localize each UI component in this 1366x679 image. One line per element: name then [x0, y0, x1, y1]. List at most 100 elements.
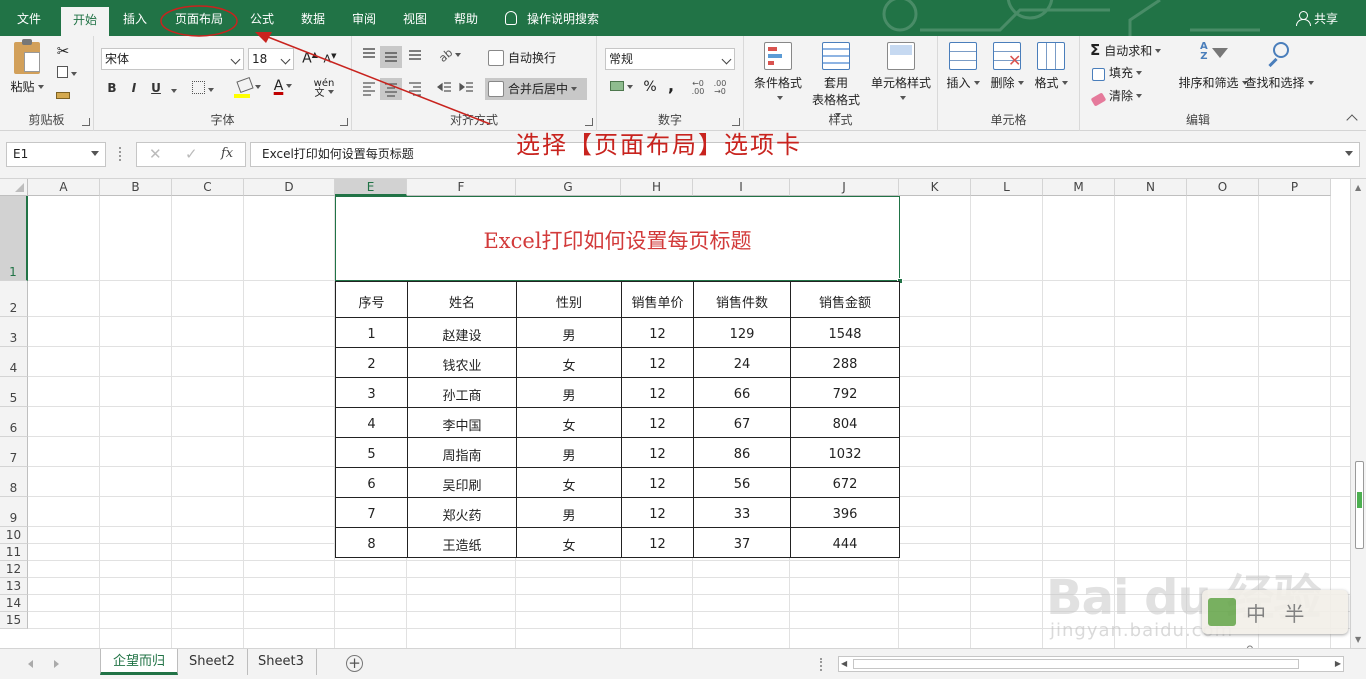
table-cell[interactable]: 12 — [621, 497, 694, 528]
scroll-down-icon[interactable]: ▼ — [1355, 635, 1361, 644]
row-header-5[interactable]: 5 — [0, 377, 28, 407]
align-middle-icon[interactable] — [380, 46, 402, 68]
column-header-F[interactable]: F — [407, 179, 516, 196]
table-cell[interactable]: 男 — [516, 377, 622, 408]
row-header-4[interactable]: 4 — [0, 347, 28, 377]
decrease-font-icon[interactable]: A▼ — [322, 52, 338, 66]
table-cell[interactable]: 钱农业 — [407, 347, 517, 378]
table-header-cell[interactable]: 销售单价 — [621, 281, 694, 318]
table-cell[interactable]: 王造纸 — [407, 527, 517, 558]
table-cell[interactable]: 1548 — [790, 317, 900, 348]
next-sheet-icon[interactable] — [54, 660, 59, 668]
share-button[interactable]: 共享 — [1296, 0, 1338, 36]
tell-me-search[interactable]: 操作说明搜索 — [505, 0, 599, 36]
row-header-9[interactable]: 9 — [0, 497, 28, 527]
row-header-6[interactable]: 6 — [0, 407, 28, 437]
merge-center-button[interactable]: 合并后居中 — [485, 78, 587, 100]
accounting-format-icon[interactable] — [605, 80, 637, 94]
table-cell[interactable]: 周指南 — [407, 437, 517, 468]
worksheet-grid[interactable]: ABCDEFGHIJKLMNOP 1 2 3 4 5 6 7 8 9 10 11 12 13 14 15 E… — [0, 179, 1350, 648]
cut-icon[interactable]: ✂ — [54, 42, 72, 60]
table-cell[interactable]: 12 — [621, 467, 694, 498]
formula-input[interactable]: Excel打印如何设置每页标题 — [250, 142, 1360, 167]
table-cell[interactable]: 男 — [516, 497, 622, 528]
align-right-icon[interactable] — [406, 80, 424, 98]
column-header-B[interactable]: B — [100, 179, 172, 196]
scroll-right-icon[interactable]: ▶ — [1335, 659, 1341, 668]
column-header-J[interactable]: J — [790, 179, 899, 196]
borders-icon[interactable] — [190, 81, 216, 97]
increase-font-icon[interactable]: A▲ — [302, 50, 318, 67]
table-cell[interactable]: 李中国 — [407, 407, 517, 438]
vertical-scrollbar[interactable]: ▲ ▼ — [1350, 179, 1366, 648]
table-header-cell[interactable]: 性别 — [516, 281, 622, 318]
column-header-G[interactable]: G — [516, 179, 621, 196]
font-name-select[interactable]: 宋体 — [101, 48, 244, 70]
sort-filter-button[interactable]: AZ 排序和筛选 — [1178, 42, 1248, 91]
table-cell[interactable]: 12 — [621, 377, 694, 408]
table-cell[interactable]: 86 — [693, 437, 791, 468]
name-box-dropdown-icon[interactable] — [91, 151, 99, 156]
table-cell[interactable]: 37 — [693, 527, 791, 558]
column-header-O[interactable]: O — [1187, 179, 1259, 196]
table-header-cell[interactable]: 销售金额 — [790, 281, 900, 318]
format-painter-icon[interactable] — [54, 88, 72, 106]
table-cell[interactable]: 4 — [335, 407, 408, 438]
sheet-tab-2[interactable]: Sheet2 — [177, 649, 248, 675]
tab-page-layout[interactable]: 页面布局 — [164, 0, 234, 36]
collapse-ribbon-icon[interactable] — [1346, 114, 1358, 126]
row-header-12[interactable]: 12 — [0, 561, 28, 578]
tab-file[interactable]: 文件 — [6, 0, 52, 36]
table-header-cell[interactable]: 姓名 — [407, 281, 517, 318]
column-header-K[interactable]: K — [899, 179, 971, 196]
tab-review[interactable]: 审阅 — [341, 0, 387, 36]
table-cell[interactable]: 7 — [335, 497, 408, 528]
row-header-1[interactable]: 1 — [0, 196, 28, 281]
scroll-left-icon[interactable]: ◀ — [841, 659, 847, 668]
row-header-14[interactable]: 14 — [0, 595, 28, 612]
table-cell[interactable]: 6 — [335, 467, 408, 498]
tab-insert[interactable]: 插入 — [112, 0, 158, 36]
table-cell[interactable]: 男 — [516, 317, 622, 348]
bold-button[interactable]: B — [102, 78, 122, 98]
tab-splitter[interactable] — [820, 658, 823, 671]
horizontal-scroll-thumb[interactable] — [853, 659, 1299, 669]
table-cell[interactable]: 396 — [790, 497, 900, 528]
table-cell[interactable]: 792 — [790, 377, 900, 408]
table-cell[interactable]: 67 — [693, 407, 791, 438]
column-header-L[interactable]: L — [971, 179, 1043, 196]
orientation-icon[interactable]: ab — [436, 46, 464, 65]
column-header-H[interactable]: H — [621, 179, 693, 196]
table-cell[interactable]: 66 — [693, 377, 791, 408]
column-header-N[interactable]: N — [1115, 179, 1187, 196]
insert-cells-button[interactable]: 插入 — [940, 42, 986, 91]
table-header-cell[interactable]: 序号 — [335, 281, 408, 318]
table-cell[interactable]: 3 — [335, 377, 408, 408]
column-header-P[interactable]: P — [1259, 179, 1331, 196]
table-cell[interactable]: 女 — [516, 527, 622, 558]
table-cell[interactable]: 33 — [693, 497, 791, 528]
tab-home[interactable]: 开始 — [61, 7, 109, 36]
conditional-format-button[interactable]: 条件格式 — [750, 42, 806, 105]
wrap-text-button[interactable]: 自动换行 — [488, 48, 556, 68]
table-cell[interactable]: 24 — [693, 347, 791, 378]
vertical-scroll-thumb[interactable] — [1355, 461, 1364, 549]
table-cell[interactable]: 8 — [335, 527, 408, 558]
enter-icon[interactable]: ✓ — [185, 145, 198, 163]
increase-decimal-icon[interactable]: ←0.00 — [689, 80, 707, 96]
copy-icon[interactable] — [54, 66, 80, 84]
insert-function-icon[interactable]: fx — [221, 146, 233, 161]
underline-dropdown-icon[interactable] — [167, 84, 177, 98]
cancel-icon[interactable]: ✕ — [149, 145, 162, 163]
expand-formula-icon[interactable] — [1345, 151, 1353, 156]
decrease-indent-icon[interactable] — [436, 80, 454, 98]
format-as-table-button[interactable]: 套用 表格格式 — [808, 42, 864, 122]
prev-sheet-icon[interactable] — [28, 660, 33, 668]
table-cell[interactable]: 2 — [335, 347, 408, 378]
sheet-tab-1[interactable]: 企望而归 — [100, 649, 179, 675]
table-cell[interactable]: 444 — [790, 527, 900, 558]
table-cell[interactable]: 804 — [790, 407, 900, 438]
fill-color-icon[interactable] — [234, 76, 264, 98]
table-cell[interactable]: 12 — [621, 407, 694, 438]
clipboard-launcher-icon[interactable] — [82, 118, 90, 126]
